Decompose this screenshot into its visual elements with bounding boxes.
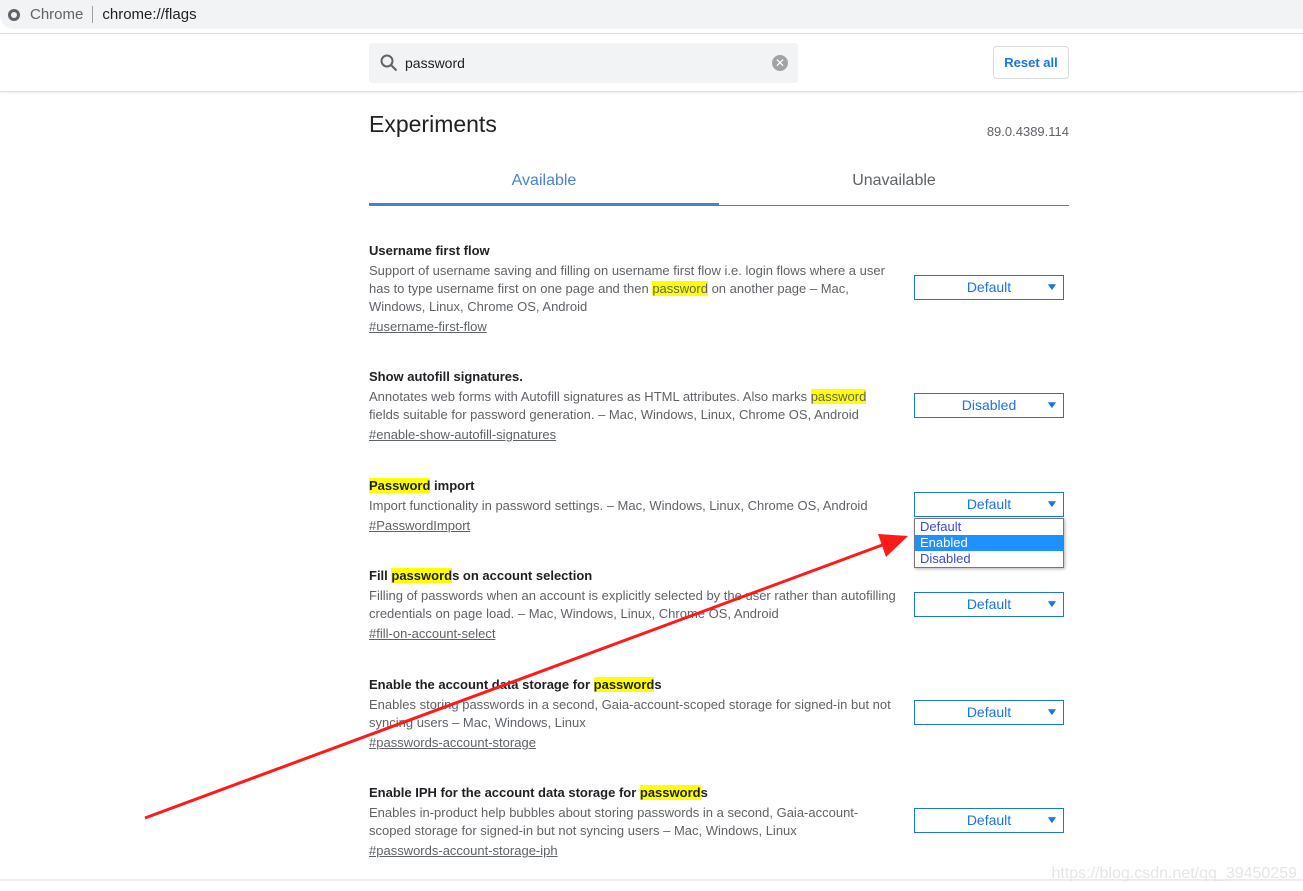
watermark: https://blog.csdn.net/qq_39450259 — [1051, 865, 1297, 882]
annotation-arrow — [144, 534, 908, 820]
